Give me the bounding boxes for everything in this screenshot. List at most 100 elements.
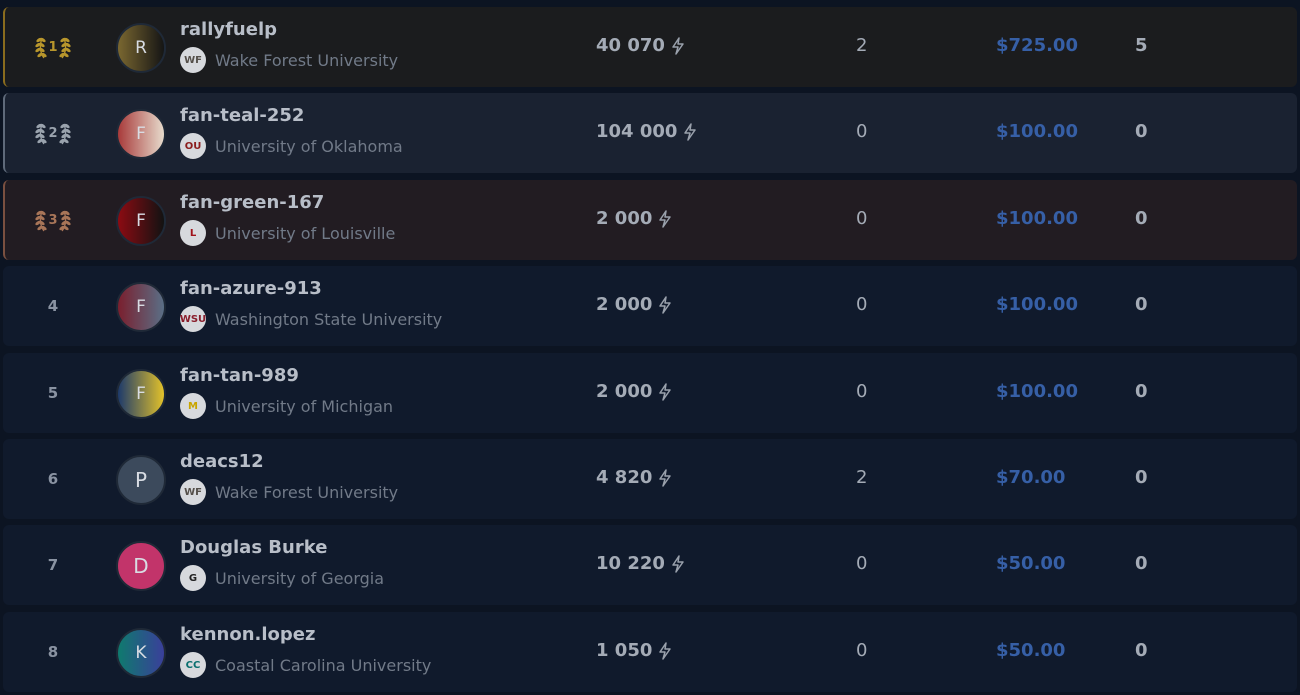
count-value: 0 — [856, 553, 868, 574]
prize-value: $50.00 — [996, 553, 1066, 574]
rank-cell: 8 — [35, 638, 71, 666]
username[interactable]: fan-green-167 — [180, 192, 324, 213]
last-value: 0 — [1135, 208, 1148, 229]
prize-value: $100.00 — [996, 121, 1078, 142]
count-value: 0 — [856, 121, 868, 142]
avatar[interactable]: F — [116, 196, 166, 246]
count-value: 2 — [856, 35, 868, 56]
points-value: 40 070 — [596, 35, 665, 56]
last-value: 0 — [1135, 640, 1148, 661]
avatar[interactable]: K — [116, 628, 166, 678]
avatar[interactable]: F — [116, 282, 166, 332]
school: G University of Georgia — [180, 565, 384, 591]
username[interactable]: fan-tan-989 — [180, 365, 299, 386]
leaderboard-row[interactable]: 8 Kkennon.lopez CC Coastal Carolina Univers… — [3, 612, 1297, 692]
leaderboard: 1 Rrallyfuelp WF Wake Forest University 40 0… — [0, 0, 1300, 695]
rank-number: 4 — [47, 297, 59, 315]
points: 104 000 — [596, 121, 698, 142]
username[interactable]: fan-azure-913 — [180, 278, 322, 299]
points-value: 104 000 — [596, 121, 678, 142]
prize-value: $100.00 — [996, 208, 1078, 229]
lightning-bolt-icon — [659, 468, 672, 487]
avatar[interactable]: D — [116, 541, 166, 591]
school-name: University of Louisville — [215, 223, 396, 243]
school-name: Coastal Carolina University — [215, 655, 432, 675]
last-value: 0 — [1135, 553, 1148, 574]
points: 40 070 — [596, 35, 686, 56]
prize-value: $100.00 — [996, 381, 1078, 402]
lightning-bolt-icon — [672, 36, 684, 55]
school-name: University of Michigan — [215, 396, 394, 416]
leaderboard-row[interactable]: 3 Ffan-green-167 L University of Louisville… — [3, 180, 1297, 260]
lightning-bolt-icon — [684, 122, 697, 141]
username[interactable]: kennon.lopez — [180, 624, 315, 645]
school-name: Washington State University — [215, 309, 443, 329]
username[interactable]: fan-teal-252 — [180, 105, 304, 126]
leaderboard-row[interactable]: 6 Pdeacs12 WF Wake Forest University 4 820 2 $… — [3, 439, 1297, 519]
points: 2 000 — [596, 294, 673, 315]
leaderboard-row[interactable]: 4 Ffan-azure-913 WSU Washington State Unive… — [3, 266, 1297, 346]
points: 10 220 — [596, 553, 686, 574]
count-value: 2 — [856, 467, 868, 488]
school-logo-icon: CC — [180, 652, 206, 678]
prize-value: $70.00 — [996, 467, 1066, 488]
school-name: Wake Forest University — [215, 482, 399, 502]
rank-number: 6 — [47, 470, 59, 488]
school-logo-icon: M — [180, 393, 206, 419]
rank-cell: 5 — [35, 379, 71, 407]
school-logo-icon: L — [180, 220, 206, 246]
lightning-bolt-icon — [659, 295, 672, 314]
rank-number: 5 — [47, 384, 59, 402]
username[interactable]: deacs12 — [180, 451, 264, 472]
school-name: Wake Forest University — [215, 50, 399, 70]
leaderboard-row[interactable]: 2 Ffan-teal-252 OU University of Oklahoma 10… — [3, 93, 1297, 173]
points: 4 820 — [596, 467, 673, 488]
school-name: University of Oklahoma — [215, 136, 403, 156]
rank-number: 2 — [48, 125, 58, 141]
school-name: University of Georgia — [215, 568, 385, 588]
leaderboard-row[interactable]: 5 Ffan-tan-989 M University of Michigan 2 00… — [3, 353, 1297, 433]
school-logo-icon: OU — [180, 133, 206, 159]
username[interactable]: Douglas Burke — [180, 537, 327, 558]
rank-cell: 7 — [35, 551, 71, 579]
points-value: 2 000 — [596, 208, 653, 229]
leaderboard-row[interactable]: 1 Rrallyfuelp WF Wake Forest University 40 0… — [3, 7, 1297, 87]
prize-value: $50.00 — [996, 640, 1066, 661]
last-value: 0 — [1135, 467, 1148, 488]
prize-value: $100.00 — [996, 294, 1078, 315]
points-value: 2 000 — [596, 381, 653, 402]
points: 1 050 — [596, 640, 673, 661]
avatar[interactable]: P — [116, 455, 166, 505]
avatar[interactable]: F — [116, 369, 166, 419]
school: WF Wake Forest University — [180, 47, 398, 73]
lightning-bolt-icon — [659, 641, 672, 660]
school: M University of Michigan — [180, 393, 393, 419]
school: OU University of Oklahoma — [180, 133, 403, 159]
count-value: 0 — [856, 208, 868, 229]
rank-cell: 4 — [35, 292, 71, 320]
rank-cell: 1 — [35, 33, 71, 61]
points: 2 000 — [596, 208, 673, 229]
school: WSU Washington State University — [180, 306, 442, 332]
last-value: 0 — [1135, 121, 1148, 142]
username[interactable]: rallyfuelp — [180, 19, 277, 40]
rank-number: 3 — [48, 212, 58, 228]
lightning-bolt-icon — [672, 554, 684, 573]
points-value: 10 220 — [596, 553, 665, 574]
avatar[interactable]: F — [116, 109, 166, 159]
school: WF Wake Forest University — [180, 479, 398, 505]
rank-cell: 2 — [35, 119, 71, 147]
school-logo-icon: WF — [180, 47, 206, 73]
rank-number: 1 — [48, 39, 58, 55]
school-logo-icon: WF — [180, 479, 206, 505]
count-value: 0 — [856, 381, 868, 402]
school-logo-icon: WSU — [180, 306, 206, 332]
prize-value: $725.00 — [996, 35, 1078, 56]
lightning-bolt-icon — [659, 209, 672, 228]
rank-cell: 3 — [35, 206, 71, 234]
rank-number: 7 — [47, 556, 59, 574]
leaderboard-row[interactable]: 7 D Douglas Burke G University of Georgia 10 … — [3, 525, 1297, 605]
last-value: 0 — [1135, 381, 1148, 402]
avatar[interactable]: R — [116, 23, 166, 73]
lightning-bolt-icon — [659, 382, 672, 401]
